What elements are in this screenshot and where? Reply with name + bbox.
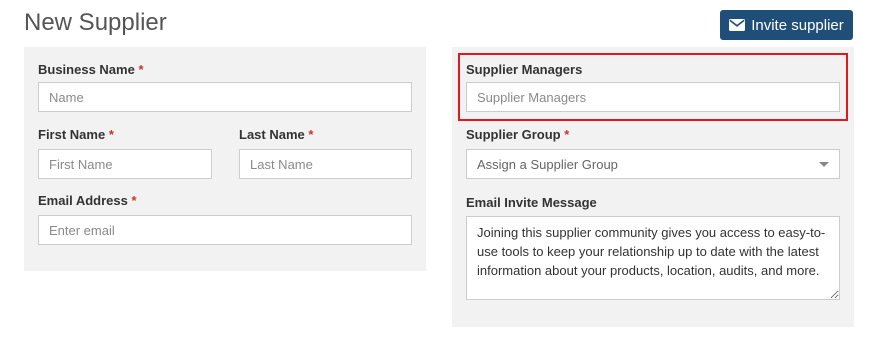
required-marker: * bbox=[564, 127, 570, 142]
envelope-icon bbox=[729, 19, 746, 31]
last-name-label: Last Name * bbox=[239, 127, 314, 142]
last-name-input[interactable] bbox=[239, 149, 412, 179]
invite-settings-panel: Supplier Managers Supplier Group * Assig… bbox=[452, 47, 854, 327]
email-invite-message-label: Email Invite Message bbox=[466, 195, 597, 210]
invite-supplier-label: Invite supplier bbox=[751, 16, 844, 34]
supplier-managers-input[interactable] bbox=[466, 82, 840, 112]
business-name-input[interactable] bbox=[38, 82, 412, 112]
email-invite-message-textarea[interactable]: Joining this supplier community gives yo… bbox=[466, 216, 840, 300]
supplier-details-panel: Business Name * First Name * Last Name *… bbox=[24, 47, 426, 271]
page-title: New Supplier bbox=[24, 9, 167, 36]
business-name-label: Business Name * bbox=[38, 62, 144, 77]
supplier-group-selected-value: Assign a Supplier Group bbox=[477, 156, 618, 172]
invite-supplier-button[interactable]: Invite supplier bbox=[720, 10, 853, 40]
email-address-input[interactable] bbox=[38, 215, 412, 245]
supplier-group-select[interactable]: Assign a Supplier Group bbox=[466, 149, 840, 179]
first-name-label: First Name * bbox=[38, 127, 114, 142]
supplier-group-label: Supplier Group * bbox=[466, 127, 570, 142]
caret-down-icon bbox=[819, 161, 829, 167]
required-marker: * bbox=[108, 127, 114, 142]
email-address-label: Email Address * bbox=[38, 193, 137, 208]
supplier-managers-label: Supplier Managers bbox=[466, 62, 583, 77]
first-name-input[interactable] bbox=[38, 149, 212, 179]
required-marker: * bbox=[308, 127, 314, 142]
required-marker: * bbox=[138, 62, 144, 77]
required-marker: * bbox=[131, 193, 137, 208]
